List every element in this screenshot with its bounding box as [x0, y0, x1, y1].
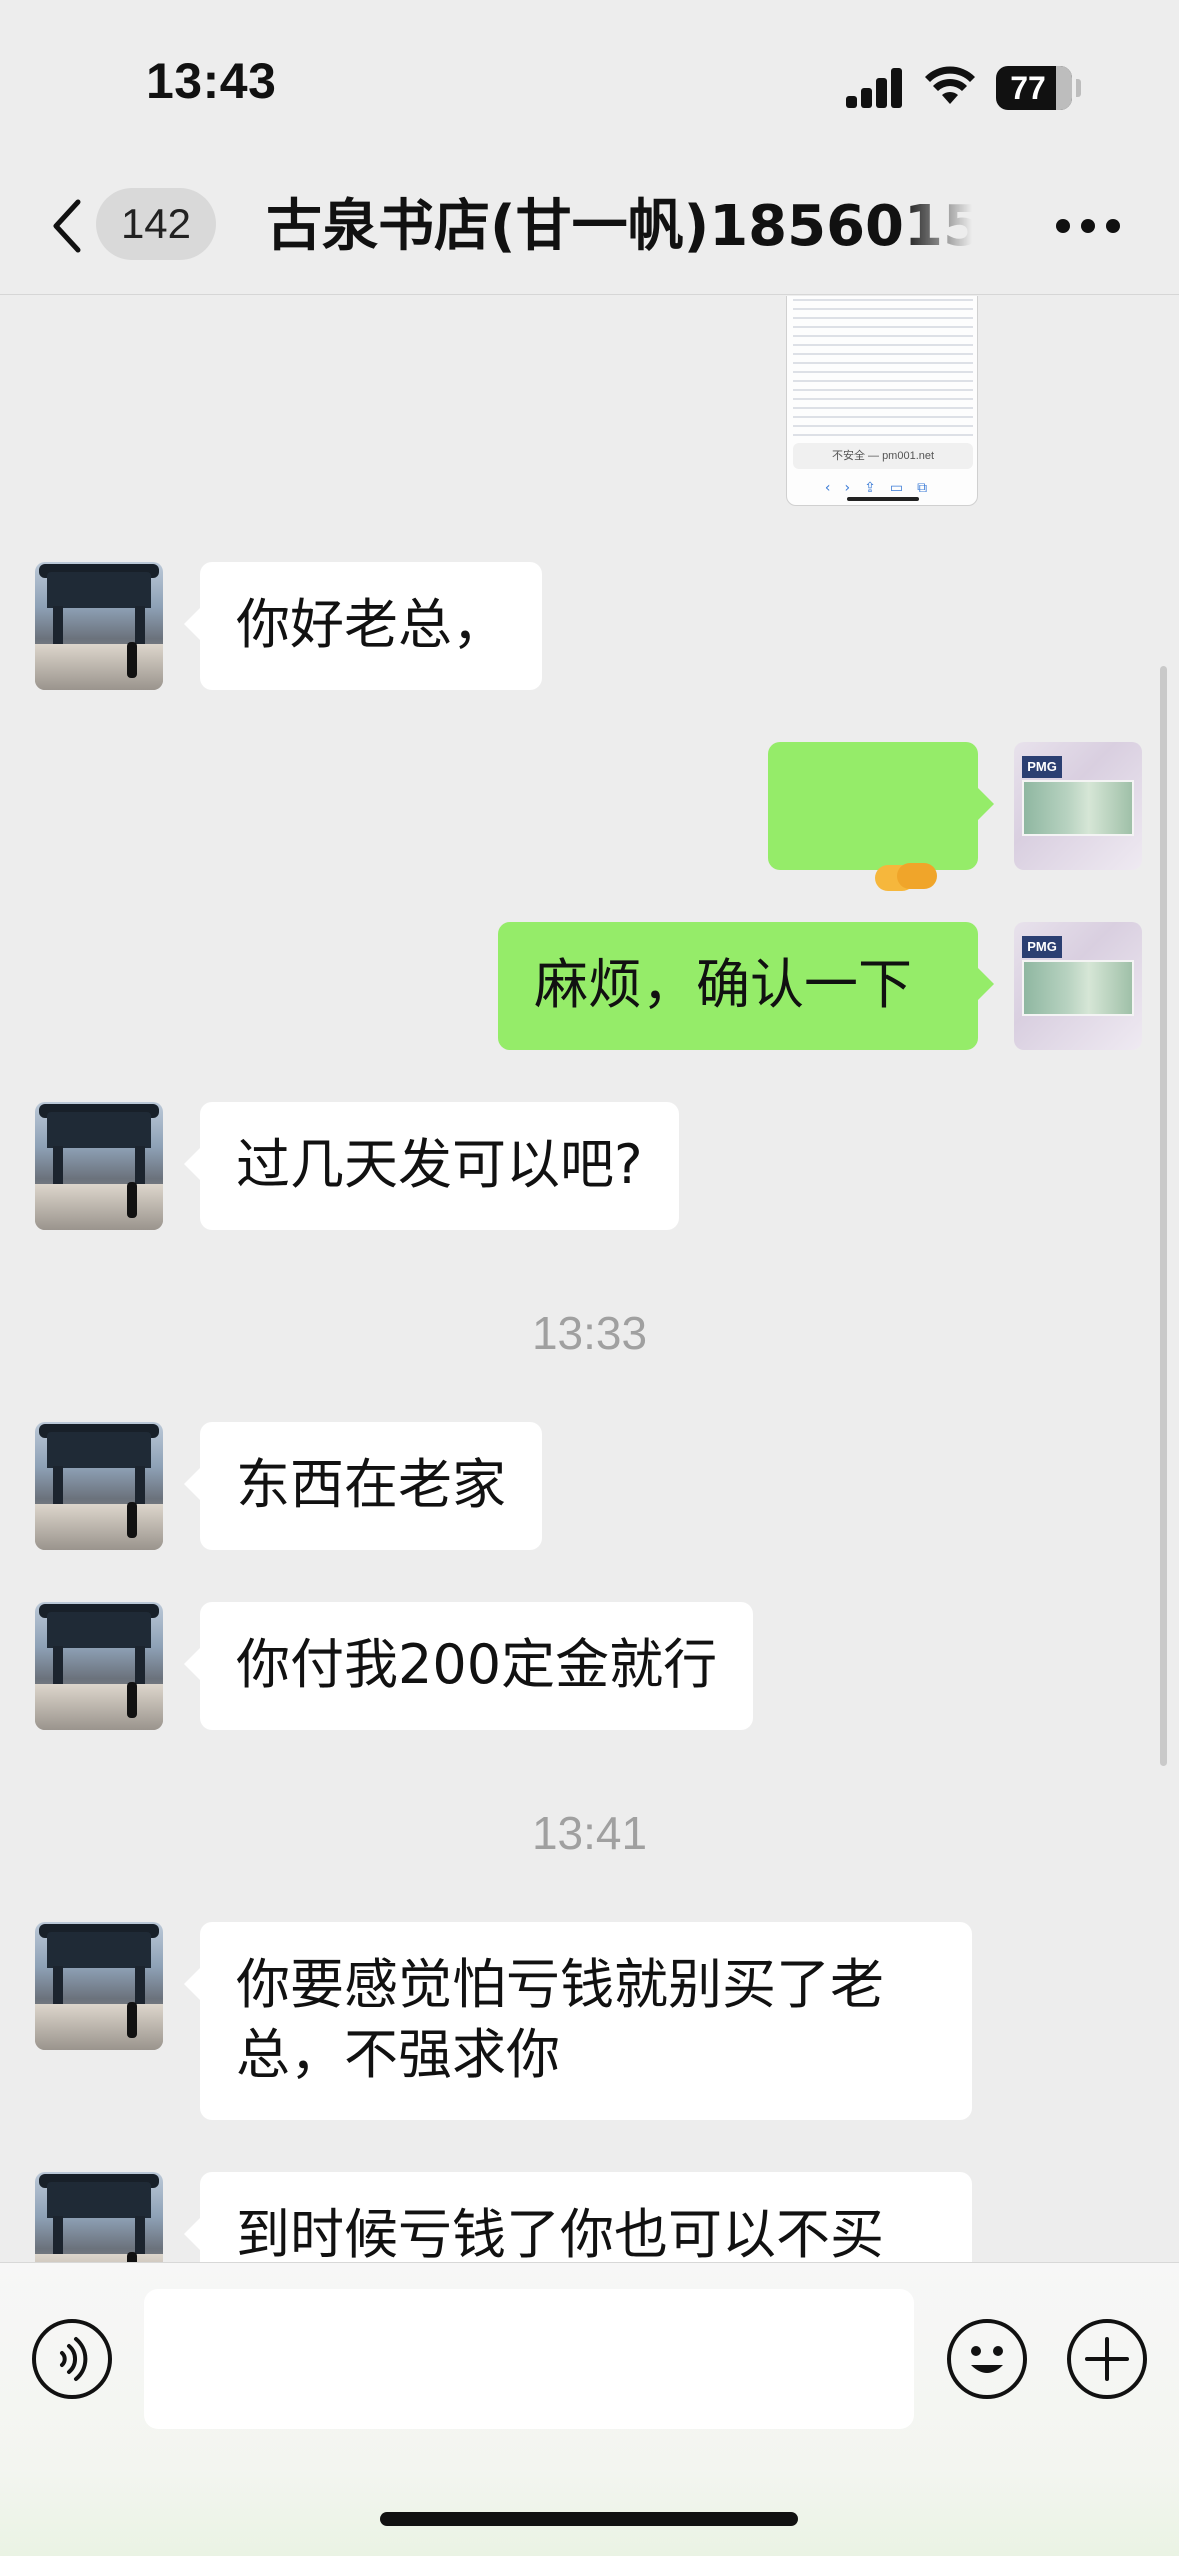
smiley-icon [971, 2346, 1003, 2373]
contact-avatar[interactable] [35, 1922, 163, 2050]
home-indicator [380, 2512, 798, 2526]
screenshot-content [793, 299, 973, 439]
contact-avatar[interactable] [35, 2172, 163, 2262]
chat-message-list[interactable]: 不安全 — pm001.net ‹›⇪▭⧉ 你好老总， PMG 麻烦，确认一下 … [0, 296, 1179, 2262]
wifi-icon [925, 66, 975, 104]
battery-icon: 77 [996, 66, 1072, 110]
chat-title: 古泉书店(甘一帆)18560151 [266, 194, 972, 259]
received-message[interactable]: 你付我200定金就行 [183, 1602, 754, 1730]
sent-message[interactable]: 麻烦，确认一下 [498, 922, 994, 1050]
my-avatar[interactable]: PMG [1014, 742, 1142, 870]
my-avatar[interactable]: PMG [1014, 922, 1142, 1050]
voice-icon [60, 2337, 88, 2381]
cellular-signal-icon [846, 66, 904, 108]
status-bar: 13:43 77 [0, 0, 1179, 150]
screenshot-home-bar [847, 497, 919, 501]
contact-avatar[interactable] [35, 1602, 163, 1730]
unread-count-badge[interactable]: 142 [96, 188, 216, 260]
back-chevron-icon[interactable] [48, 198, 84, 254]
voice-input-button[interactable] [32, 2319, 112, 2399]
more-options-icon[interactable] [1056, 216, 1120, 236]
contact-avatar[interactable] [35, 1102, 163, 1230]
scroll-indicator[interactable] [1160, 666, 1167, 1766]
timestamp: 13:33 [531, 1307, 648, 1359]
battery-tip [1076, 79, 1081, 97]
received-message[interactable]: 到时候亏钱了你也可以不买 [184, 2172, 972, 2262]
battery-level: 77 [1010, 70, 1046, 106]
chat-header: 142 古泉书店(甘一帆)18560151 [0, 150, 1179, 295]
screenshot-url-text: 不安全 — pm001.net [793, 443, 973, 469]
timestamp: 13:41 [531, 1807, 648, 1859]
emoji-button[interactable] [947, 2319, 1027, 2399]
message-text-input[interactable] [144, 2289, 914, 2429]
received-message[interactable]: 你要感觉怕亏钱就别买了老总，不强求你 [184, 1922, 972, 2120]
add-more-button[interactable] [1067, 2319, 1147, 2399]
plus-icon [1085, 2337, 1129, 2381]
received-message[interactable]: 东西在老家 [184, 1422, 542, 1550]
received-message[interactable]: 过几天发可以吧? [184, 1102, 679, 1230]
received-message[interactable]: 你好老总， [184, 562, 542, 690]
sent-emoji-message[interactable] [768, 742, 994, 962]
image-message-screenshot[interactable]: 不安全 — pm001.net ‹›⇪▭⧉ [786, 296, 978, 506]
handshake-emoji-icon [875, 855, 939, 901]
contact-avatar[interactable] [35, 562, 163, 690]
status-time: 13:43 [146, 53, 277, 109]
contact-avatar[interactable] [35, 1422, 163, 1550]
